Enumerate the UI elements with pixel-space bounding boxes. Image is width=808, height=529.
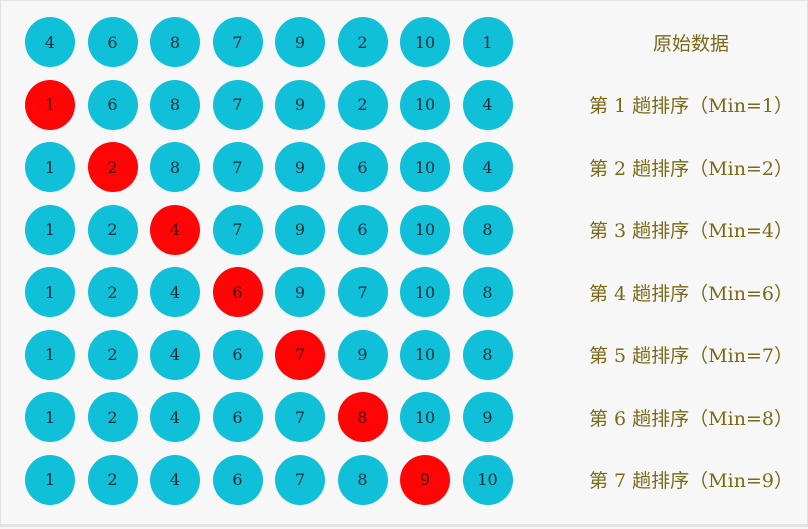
min-value-ball: 1 xyxy=(25,79,75,130)
value-ball: 1 xyxy=(25,267,75,317)
value-ball: 2 xyxy=(87,204,138,255)
row-pass-3: 1 2 4 7 9 6 10 8 第 3 趟排序（Min=4） xyxy=(1,204,808,256)
value-ball: 9 xyxy=(275,17,325,67)
value-ball: 10 xyxy=(400,142,450,192)
pass-label: 第 1 趟排序（Min=1） xyxy=(589,95,793,117)
value-ball: 8 xyxy=(462,329,513,380)
value-ball: 10 xyxy=(400,79,450,130)
value-ball: 6 xyxy=(337,142,388,192)
min-value-ball: 2 xyxy=(87,142,138,192)
value-ball: 1 xyxy=(25,142,75,192)
value-ball: 2 xyxy=(87,329,138,380)
value-ball: 6 xyxy=(212,454,263,505)
value-ball: 7 xyxy=(275,392,325,442)
value-ball: 6 xyxy=(87,79,138,130)
value-ball: 2 xyxy=(87,392,138,442)
value-ball: 8 xyxy=(337,454,388,505)
value-ball: 1 xyxy=(25,204,75,255)
value-ball: 1 xyxy=(25,454,75,505)
value-ball: 4 xyxy=(25,17,75,67)
value-ball: 1 xyxy=(25,392,75,442)
pass-label: 第 7 趟排序（Min=9） xyxy=(589,470,793,492)
value-ball: 4 xyxy=(150,267,200,317)
row-pass-1: 1 6 8 7 9 2 10 4 第 1 趟排序（Min=1） xyxy=(1,79,808,131)
value-ball: 1 xyxy=(462,17,513,67)
value-ball: 6 xyxy=(212,329,263,380)
value-ball: 9 xyxy=(275,267,325,317)
pass-label: 第 5 趟排序（Min=7） xyxy=(589,345,793,367)
value-ball: 7 xyxy=(212,204,263,255)
pass-label: 第 4 趟排序（Min=6） xyxy=(589,282,793,305)
value-ball: 10 xyxy=(400,392,450,442)
value-ball: 2 xyxy=(87,267,138,317)
value-ball: 8 xyxy=(150,142,200,192)
min-value-ball: 6 xyxy=(212,267,263,317)
value-ball: 8 xyxy=(462,267,513,317)
original-data-label: 原始数据 xyxy=(652,32,729,55)
value-ball: 7 xyxy=(212,17,263,67)
min-value-ball: 8 xyxy=(337,392,388,442)
row-pass-7: 1 2 4 6 7 8 9 10 第 7 趟排序（Min=9） xyxy=(1,454,808,506)
value-ball: 9 xyxy=(275,79,325,130)
row-pass-2: 1 2 8 7 9 6 10 4 第 2 趟排序（Min=2） xyxy=(1,141,808,193)
value-ball: 2 xyxy=(337,79,388,130)
diagram-canvas: 4 6 8 7 9 2 10 1 原始数据 1 6 8 7 9 2 10 4 第 1 趟排序（Min=1） 1 2 8 7… xyxy=(0,0,808,527)
value-ball: 8 xyxy=(150,79,200,130)
min-value-ball: 7 xyxy=(275,329,325,380)
row-pass-5: 1 2 4 6 7 9 10 8 第 5 趟排序（Min=7） xyxy=(1,329,808,381)
min-value-ball: 4 xyxy=(150,204,200,255)
value-ball: 8 xyxy=(150,17,200,67)
value-ball: 6 xyxy=(337,204,388,255)
value-ball: 8 xyxy=(462,204,513,255)
value-ball: 2 xyxy=(337,17,388,67)
value-ball: 7 xyxy=(212,142,263,192)
value-ball: 10 xyxy=(400,267,450,317)
value-ball: 1 xyxy=(25,329,75,380)
value-ball: 4 xyxy=(462,79,513,130)
value-ball: 6 xyxy=(212,392,263,442)
value-ball: 10 xyxy=(462,454,513,505)
value-ball: 7 xyxy=(337,267,388,317)
value-ball: 9 xyxy=(275,142,325,192)
value-ball: 4 xyxy=(150,392,200,442)
pass-label: 第 2 趟排序（Min=2） xyxy=(589,157,793,180)
value-ball: 10 xyxy=(400,17,450,67)
value-ball: 4 xyxy=(462,142,513,192)
pass-label: 第 3 趟排序（Min=4） xyxy=(589,220,793,242)
value-ball: 9 xyxy=(337,329,388,380)
value-ball: 4 xyxy=(150,454,200,505)
value-ball: 10 xyxy=(400,204,450,255)
row-pass-4: 1 2 4 6 9 7 10 8 第 4 趟排序（Min=6） xyxy=(1,266,808,318)
value-ball: 9 xyxy=(462,392,513,442)
pass-label: 第 6 趟排序（Min=8） xyxy=(589,407,793,430)
row-pass-6: 1 2 4 6 7 8 10 9 第 6 趟排序（Min=8） xyxy=(1,391,808,443)
value-ball: 6 xyxy=(87,17,138,67)
value-ball: 7 xyxy=(275,454,325,505)
value-ball: 10 xyxy=(400,329,450,380)
value-ball: 2 xyxy=(87,454,138,505)
value-ball: 7 xyxy=(212,79,263,130)
min-value-ball: 9 xyxy=(400,454,450,505)
value-ball: 9 xyxy=(275,204,325,255)
row-original-data: 4 6 8 7 9 2 10 1 原始数据 xyxy=(1,16,808,68)
value-ball: 4 xyxy=(150,329,200,380)
